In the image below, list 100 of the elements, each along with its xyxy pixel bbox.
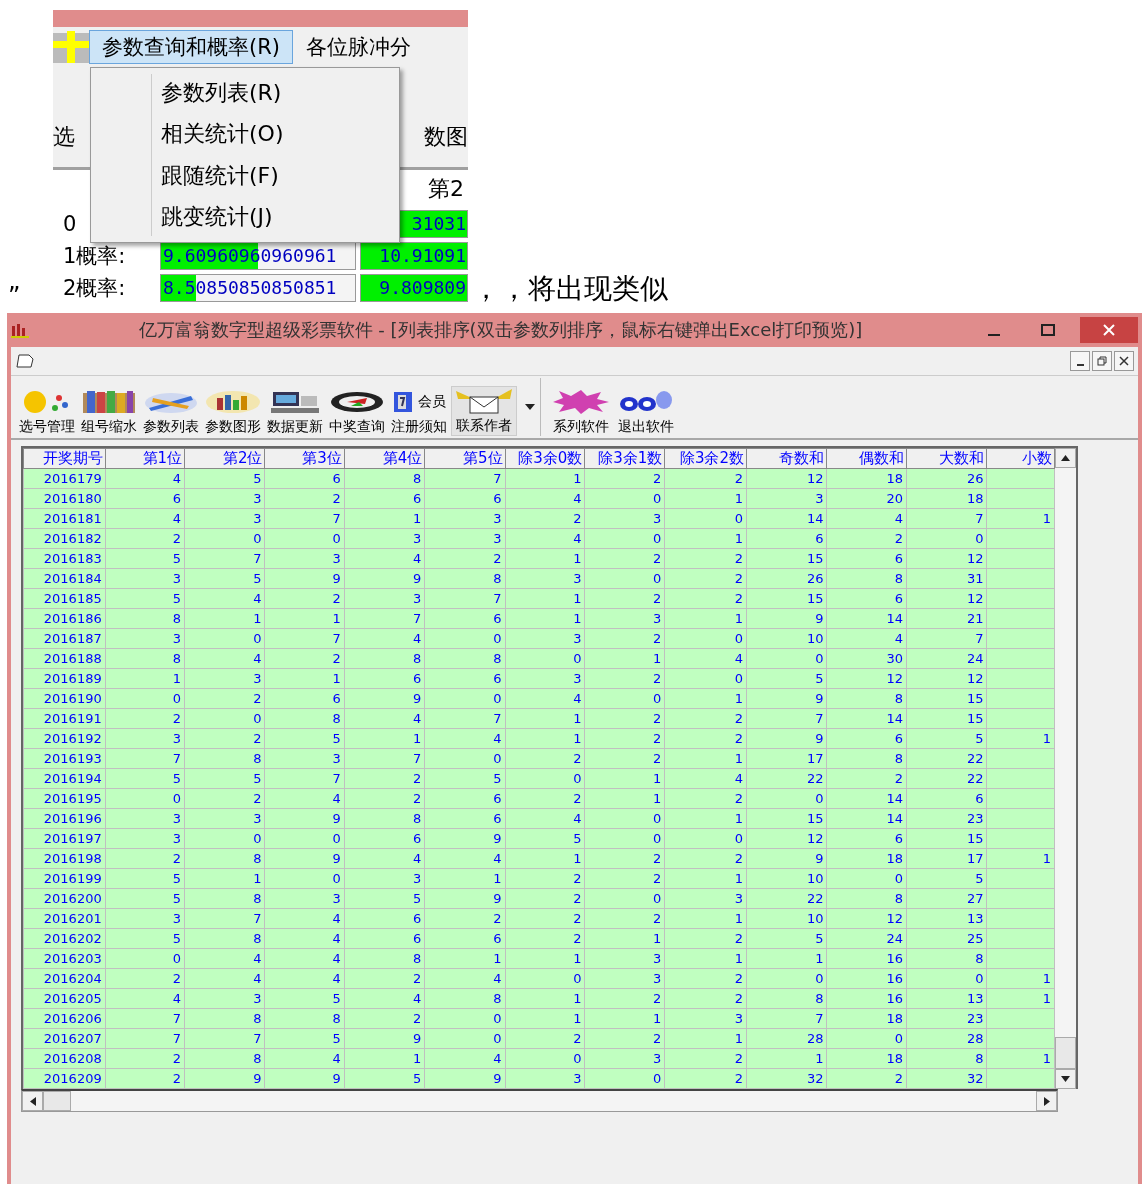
toolbar-label: 选 bbox=[53, 123, 75, 151]
table-cell: 2016180 bbox=[23, 488, 106, 509]
bar-chart-icon bbox=[205, 390, 261, 414]
scroll-thumb[interactable] bbox=[43, 1091, 71, 1111]
table-cell: 2016195 bbox=[23, 788, 106, 809]
column-header[interactable]: 奇数和 bbox=[746, 448, 827, 469]
toolbar-button[interactable]: 会员 注册须知 bbox=[389, 388, 449, 436]
up-arrow-icon bbox=[1061, 455, 1070, 461]
table-cell: 2016188 bbox=[23, 648, 106, 669]
close-icon bbox=[1119, 356, 1129, 366]
column-header[interactable]: 第2位 bbox=[184, 448, 265, 469]
table-cell: 2016189 bbox=[23, 668, 106, 689]
document-icon bbox=[392, 390, 414, 414]
toolbar-button[interactable]: 数据更新 bbox=[265, 388, 325, 436]
menu-bar-item[interactable]: 各位脉冲分 bbox=[293, 30, 424, 64]
caption-text: ，，将出现类似 bbox=[472, 271, 668, 307]
toolbar-button[interactable]: 联系作者 bbox=[451, 386, 517, 436]
closing-quote: ” bbox=[7, 282, 22, 310]
column-header[interactable]: 除3余1数 bbox=[584, 448, 665, 469]
minimize-icon bbox=[1076, 364, 1084, 366]
table-cell: 2016198 bbox=[23, 848, 106, 869]
scroll-thumb[interactable] bbox=[1055, 1037, 1076, 1069]
table-cell: 2016202 bbox=[23, 928, 106, 949]
maximize-icon bbox=[1041, 324, 1055, 336]
table-cell: 2016191 bbox=[23, 708, 106, 729]
table-cell: 2016187 bbox=[23, 628, 106, 649]
toolbar-button[interactable]: 选号管理 bbox=[17, 388, 77, 436]
restore-button[interactable] bbox=[1092, 351, 1112, 371]
table-cell: 2016208 bbox=[23, 1048, 106, 1069]
scroll-left-button[interactable] bbox=[22, 1091, 43, 1111]
probability-cell: 9.809809 bbox=[360, 274, 468, 302]
table-cell: 2016181 bbox=[23, 508, 106, 529]
table-cell: 2016201 bbox=[23, 908, 106, 929]
table-cell: 2016197 bbox=[23, 828, 106, 849]
toolbar-button[interactable]: 中奖查询 bbox=[327, 388, 387, 436]
table-cell: 2016179 bbox=[23, 468, 106, 489]
menu-item[interactable]: 跟随统计(F) bbox=[159, 160, 399, 191]
vertical-scrollbar[interactable] bbox=[1055, 448, 1076, 1089]
toolbar-button[interactable]: 系列软件 bbox=[549, 388, 613, 436]
row-label: 2概率: bbox=[62, 275, 127, 302]
window-title: 亿万富翁数字型超级彩票软件 - [列表排序(双击参数列排序，鼠标右键弹出Excel打印预览)] bbox=[137, 318, 864, 342]
table-cell: 2016186 bbox=[23, 608, 106, 629]
left-arrow-icon bbox=[29, 1096, 36, 1106]
scroll-right-button[interactable] bbox=[1036, 1091, 1057, 1111]
table-cell: 2016185 bbox=[23, 588, 106, 609]
column-header[interactable]: 第4位 bbox=[344, 448, 425, 469]
caret-icon bbox=[524, 404, 535, 410]
table-cell: 2016205 bbox=[23, 988, 106, 1009]
document-icon bbox=[15, 353, 35, 369]
close-icon bbox=[1103, 324, 1115, 336]
table-cell: 2016190 bbox=[23, 688, 106, 709]
menu-bar-item[interactable]: 参数查询和概率(R) bbox=[89, 30, 293, 64]
table-cell: 2016192 bbox=[23, 728, 106, 749]
toolbar-button[interactable]: 退出软件 bbox=[615, 388, 677, 436]
table-cell: 2016204 bbox=[23, 968, 106, 989]
table-cell: 2016184 bbox=[23, 568, 106, 589]
cross-icon bbox=[53, 29, 89, 65]
toolbar-label: 数图 bbox=[424, 123, 468, 151]
restore-icon bbox=[1097, 356, 1107, 366]
toolbar-button[interactable]: 参数列表 bbox=[141, 388, 201, 436]
column-header[interactable]: 第3位 bbox=[264, 448, 345, 469]
table-cell: 2016207 bbox=[23, 1028, 106, 1049]
column-header[interactable]: 大数和 bbox=[906, 448, 987, 469]
table-cell: 2016206 bbox=[23, 1008, 106, 1029]
envelope-icon bbox=[454, 387, 514, 415]
probability-cell: 10.91091 bbox=[360, 242, 468, 270]
menu-item[interactable]: 参数列表(R) bbox=[159, 77, 399, 108]
down-arrow-icon bbox=[1061, 1076, 1070, 1082]
minimize-icon bbox=[988, 334, 1000, 336]
toolbar-button[interactable]: 组号缩水 bbox=[79, 388, 139, 436]
minimize-button[interactable] bbox=[1070, 351, 1090, 371]
column-header[interactable]: 第5位 bbox=[424, 448, 506, 469]
table-cell: 2016194 bbox=[23, 768, 106, 789]
pencils-icon bbox=[143, 390, 199, 414]
column-header[interactable]: 偶数和 bbox=[827, 448, 907, 469]
table-cell: 2016209 bbox=[23, 1068, 106, 1089]
column-header: 第2 bbox=[428, 176, 464, 201]
table-cell: 2016203 bbox=[23, 948, 106, 969]
column-header[interactable]: 小数 bbox=[986, 448, 1055, 469]
column-header[interactable]: 开奖期号 bbox=[23, 448, 106, 469]
disc-icon bbox=[329, 390, 385, 414]
footprint-icon bbox=[617, 390, 675, 414]
column-header[interactable]: 除3余2数 bbox=[664, 448, 747, 469]
table-cell: 2016196 bbox=[23, 808, 106, 829]
horizontal-scrollbar[interactable] bbox=[21, 1089, 1058, 1112]
scroll-up-button[interactable] bbox=[1055, 448, 1076, 468]
column-header[interactable]: 第1位 bbox=[105, 448, 185, 469]
row-label: 0 bbox=[62, 212, 78, 236]
table-cell: 2016199 bbox=[23, 868, 106, 889]
close-button[interactable] bbox=[1114, 351, 1134, 371]
table-cell: 2016183 bbox=[23, 548, 106, 569]
books-icon bbox=[81, 389, 137, 415]
menu-item[interactable]: 相关统计(O) bbox=[159, 119, 399, 150]
table-cell: 2016182 bbox=[23, 528, 106, 549]
computer-icon bbox=[269, 390, 321, 414]
toolbar-button[interactable]: 参数图形 bbox=[203, 388, 263, 436]
column-header[interactable]: 除3余0数 bbox=[505, 448, 585, 469]
right-arrow-icon bbox=[1043, 1096, 1050, 1106]
scroll-down-button[interactable] bbox=[1055, 1069, 1076, 1089]
table-cell: 2016200 bbox=[23, 888, 106, 909]
